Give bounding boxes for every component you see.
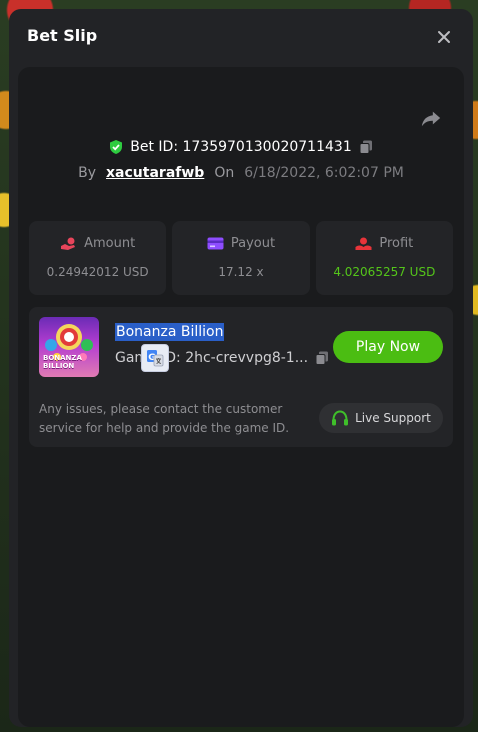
profit-label: Profit bbox=[379, 236, 414, 251]
bet-id: Bet ID: 1735970130020711431 bbox=[130, 139, 352, 155]
translate-icon[interactable]: G bbox=[141, 344, 169, 372]
bet-details-panel: Bet ID: 1735970130020711431 By xacutaraf… bbox=[18, 67, 464, 727]
profit-stat: Profit 4.02065257 USD bbox=[315, 221, 453, 295]
profit-value: 4.02065257 USD bbox=[333, 265, 436, 279]
close-button[interactable] bbox=[431, 24, 457, 50]
copy-icon[interactable] bbox=[314, 350, 330, 366]
bet-datetime: 6/18/2022, 6:02:07 PM bbox=[244, 165, 404, 181]
share-icon bbox=[421, 111, 441, 127]
game-name: Bonanza Billion bbox=[115, 323, 225, 341]
play-now-button[interactable]: Play Now bbox=[333, 331, 443, 363]
modal-title: Bet Slip bbox=[27, 26, 98, 45]
card-icon bbox=[207, 237, 224, 250]
close-icon bbox=[438, 31, 450, 43]
live-support-button[interactable]: Live Support bbox=[319, 403, 443, 433]
payout-value: 17.12 x bbox=[218, 265, 264, 279]
amount-value: 0.24942012 USD bbox=[46, 265, 149, 279]
bet-meta-row: By xacutarafwb On 6/18/2022, 6:02:07 PM bbox=[18, 165, 464, 181]
share-button[interactable] bbox=[420, 107, 444, 131]
headset-icon bbox=[332, 409, 349, 425]
thumbnail-title: BONANZA BILLION bbox=[43, 354, 82, 370]
on-label: On bbox=[214, 165, 235, 181]
payout-label: Payout bbox=[230, 236, 276, 251]
game-thumbnail[interactable]: BONANZA BILLION bbox=[39, 317, 99, 377]
game-card: BONANZA BILLION Bonanza Billion Game ID:… bbox=[29, 307, 453, 447]
amount-stat: Amount 0.24942012 USD bbox=[29, 221, 167, 295]
payout-stat: Payout 17.12 x bbox=[172, 221, 310, 295]
support-message: Any issues, please contact the customer … bbox=[39, 402, 290, 435]
profit-icon bbox=[355, 237, 372, 250]
live-support-label: Live Support bbox=[355, 411, 431, 425]
hand-coins-icon bbox=[61, 237, 76, 250]
modal-header: Bet Slip bbox=[9, 9, 473, 65]
username-link[interactable]: xacutarafwb bbox=[106, 165, 204, 181]
bet-id-row: Bet ID: 1735970130020711431 bbox=[18, 139, 464, 155]
copy-icon[interactable] bbox=[358, 139, 374, 155]
amount-label: Amount bbox=[84, 236, 136, 251]
by-label: By bbox=[78, 165, 97, 181]
shield-check-icon bbox=[110, 140, 123, 154]
stats-row: Amount 0.24942012 USD Payout 17.12 x Pro… bbox=[29, 221, 453, 295]
bet-slip-modal: Bet Slip Bet ID: 1735970130020711431 By … bbox=[9, 9, 473, 727]
